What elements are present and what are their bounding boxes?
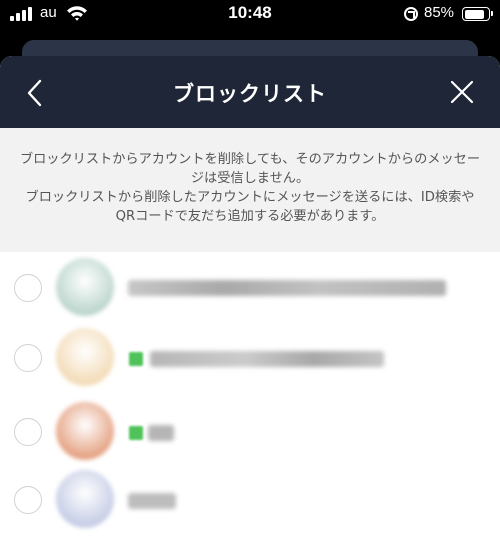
avatar xyxy=(56,258,114,316)
avatar xyxy=(56,328,114,386)
verified-badge-icon xyxy=(129,352,143,366)
notice-line-1: ブロックリストからアカウントを削除しても、そのアカウントからのメッセージは受信し… xyxy=(19,152,481,186)
redacted-name xyxy=(148,425,174,441)
redacted-name xyxy=(128,280,446,296)
battery-icon xyxy=(462,7,493,21)
avatar xyxy=(56,402,114,460)
list-item[interactable] xyxy=(0,322,500,392)
status-bar: au 10:48 85% xyxy=(0,0,500,30)
list-item[interactable] xyxy=(0,392,500,462)
block-list-sheet: ブロックリスト ブロックリストからアカウントを削除しても、そのアカウントからのメ… xyxy=(0,56,500,546)
info-notice: ブロックリストからアカウントを削除しても、そのアカウントからのメッセージは受信し… xyxy=(0,128,500,252)
select-radio[interactable] xyxy=(14,418,42,446)
page-title: ブロックリスト xyxy=(173,82,327,106)
list-item[interactable] xyxy=(0,464,500,534)
close-icon[interactable] xyxy=(448,78,476,106)
avatar xyxy=(56,470,114,528)
select-radio[interactable] xyxy=(14,486,42,514)
orientation-lock-icon xyxy=(404,7,418,21)
battery-percentage: 85% xyxy=(424,4,455,21)
redacted-name xyxy=(128,493,176,509)
select-radio[interactable] xyxy=(14,344,42,372)
redacted-name xyxy=(150,351,384,367)
notice-line-2: ブロックリストから削除したアカウントにメッセージを送るには、ID検索やQRコード… xyxy=(25,190,475,224)
list-item[interactable] xyxy=(0,252,500,322)
header: ブロックリスト xyxy=(0,56,500,128)
battery-fill xyxy=(464,9,485,19)
select-radio[interactable] xyxy=(14,274,42,302)
verified-badge-icon xyxy=(129,426,143,440)
